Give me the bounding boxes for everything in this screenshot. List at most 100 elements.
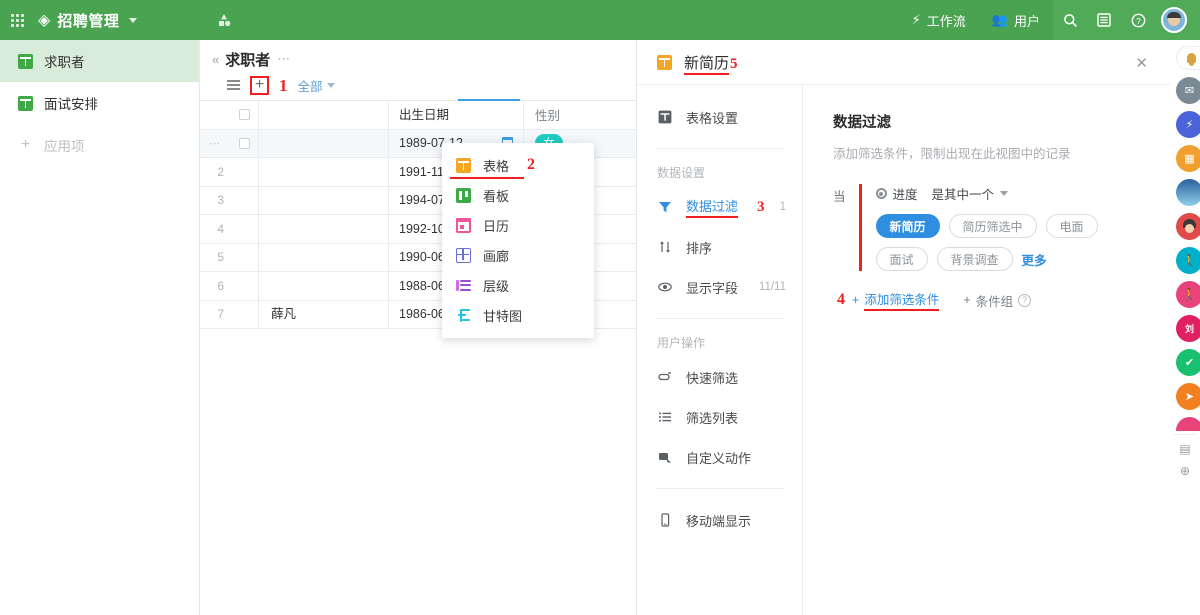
chevron-down-icon[interactable] <box>129 17 138 23</box>
rail-avatar-text[interactable]: 刘 <box>1176 315 1200 342</box>
condition-operator-select[interactable]: 是其中一个 <box>932 184 1009 203</box>
rail-avatar-person[interactable] <box>1176 213 1200 240</box>
dropdown-item-gantt[interactable]: 甘特图 <box>442 300 594 330</box>
sidebar-add-app-item[interactable]: + 应用项 <box>0 124 199 166</box>
right-rail: ✉ ⚡ ▦ 🚶 🚶 刘 ✔ ➤ ▤ ⊕ <box>1170 40 1200 615</box>
dropdown-item-calendar[interactable]: 日历 <box>442 210 594 240</box>
shapes-icon[interactable] <box>215 12 233 28</box>
help-circle-icon[interactable]: ? <box>1018 293 1032 307</box>
view-gallery-icon <box>456 247 471 263</box>
column-header-birth[interactable]: 出生日期 <box>388 100 523 129</box>
cell-name[interactable] <box>258 271 388 300</box>
nav-item-table-settings[interactable]: 表格设置 <box>637 97 802 137</box>
list-icon[interactable] <box>1087 0 1121 40</box>
svg-text:?: ? <box>1136 16 1141 26</box>
table-header-row: 出生日期 性别 <box>200 100 636 130</box>
collapse-left-icon[interactable]: « <box>212 52 219 67</box>
rail-avatar-lightning[interactable]: ⚡ <box>1176 111 1200 138</box>
hamburger-icon[interactable] <box>227 79 240 91</box>
nav-item-filter-list[interactable]: 筛选列表 <box>637 397 802 437</box>
top-bar: ◈ 招聘管理 ⚡ 工作流 👥 用户 ? <box>0 0 1200 40</box>
rail-divider <box>1174 434 1196 435</box>
table-settings-icon <box>657 110 672 124</box>
rail-avatar-run2[interactable]: 🚶 <box>1176 281 1200 308</box>
value-chip[interactable]: 电面 <box>1045 214 1098 238</box>
tab-all[interactable]: 全部 <box>298 76 335 95</box>
add-condition-button[interactable]: 4 + 添加筛选条件 <box>837 289 940 311</box>
nav-item-data-filter[interactable]: 数据过滤 3 1 <box>637 187 802 227</box>
value-chip[interactable]: 新简历 <box>875 214 940 238</box>
step-marker-3: 3 <box>757 198 765 215</box>
view-type-dropdown: 表格 2 看板 日历 画廊 层级 甘特图 <box>442 143 594 338</box>
cell-name[interactable] <box>258 129 388 158</box>
checkbox-icon[interactable] <box>238 137 250 149</box>
select-all-checkbox-cell[interactable] <box>230 109 258 121</box>
rail-avatar-photo[interactable] <box>1176 179 1200 206</box>
pane-heading: 数据过滤 <box>833 115 891 131</box>
more-dots-icon[interactable]: ⋯ <box>277 51 291 67</box>
tab-all-label: 全部 <box>297 79 323 94</box>
rail-avatar-apps[interactable]: ▦ <box>1176 145 1200 172</box>
chat-glyph: ✉ <box>1184 85 1195 97</box>
view-kanban-icon <box>456 187 471 203</box>
dropdown-item-label: 看板 <box>483 188 510 204</box>
nav-item-mobile-display[interactable]: 移动端显示 <box>637 500 802 540</box>
help-icon[interactable]: ? <box>1121 0 1155 40</box>
users-button[interactable]: 👥 用户 <box>979 0 1053 40</box>
checkbox-icon[interactable] <box>238 109 250 121</box>
nav-item-quick-filter[interactable]: 快速筛选 <box>637 357 802 397</box>
row-drag-handle[interactable]: ⋯ <box>200 137 230 150</box>
app-grid-icon[interactable] <box>0 13 34 27</box>
sidebar-item-interviews[interactable]: 面试安排 <box>0 82 199 124</box>
dropdown-item-gallery[interactable]: 画廊 <box>442 240 594 270</box>
row-number: 4 <box>217 221 224 236</box>
run-glyph: 🚶 <box>1182 289 1197 301</box>
step-marker-5: 5 <box>730 55 738 72</box>
condition-field-label: 进度 <box>892 188 918 202</box>
value-chip[interactable]: 简历筛选中 <box>948 214 1037 238</box>
more-values-link[interactable]: 更多 <box>1022 250 1047 269</box>
rail-avatar-run[interactable]: 🚶 <box>1176 247 1200 274</box>
middle-panel: « 求职者 ⋯ + 1 全部 出生日期 性别 ⋯ 1989-07-12 2 19… <box>200 40 636 615</box>
cell-name[interactable]: 薛凡 <box>258 300 388 329</box>
filter-condition: 当 进度 是其中一个 新简历 简历筛选中 电面 面试 背景调查 更多 <box>833 184 1170 271</box>
user-avatar[interactable] <box>1161 7 1187 33</box>
list-icon <box>657 410 672 424</box>
add-condition-group-button[interactable]: + 条件组 ? <box>963 291 1032 310</box>
condition-field-select[interactable]: 进度 <box>875 184 918 203</box>
search-icon[interactable] <box>1053 0 1087 40</box>
cell-name[interactable] <box>258 243 388 272</box>
row-checkbox-cell[interactable] <box>230 137 258 149</box>
rail-avatar-last[interactable] <box>1176 417 1200 431</box>
nav-item-visible-fields[interactable]: 显示字段 11/11 <box>637 267 802 307</box>
rail-avatar-chat[interactable]: ✉ <box>1176 77 1200 104</box>
notification-bell-icon[interactable] <box>1176 46 1200 70</box>
sidebar-item-applicants[interactable]: 求职者 <box>0 40 199 82</box>
add-view-button[interactable]: + <box>250 75 269 95</box>
value-chip[interactable]: 面试 <box>875 247 928 271</box>
app-logo-and-name[interactable]: ◈ 招聘管理 <box>38 10 138 31</box>
dropdown-item-kanban[interactable]: 看板 <box>442 180 594 210</box>
nav-item-label: 移动端显示 <box>686 513 752 529</box>
sort-icon <box>657 240 672 254</box>
nav-divider <box>655 148 784 149</box>
value-chip[interactable]: 背景调查 <box>936 247 1013 271</box>
top-bar-right: ⚡ 工作流 👥 用户 ? <box>899 0 1200 40</box>
column-header-name[interactable] <box>258 100 388 129</box>
nav-item-sort[interactable]: 排序 <box>637 227 802 267</box>
rail-avatar-check[interactable]: ✔ <box>1176 349 1200 376</box>
cell-name[interactable] <box>258 186 388 215</box>
nav-item-custom-action[interactable]: 自定义动作 <box>637 437 802 477</box>
rail-avatar-send[interactable]: ➤ <box>1176 383 1200 410</box>
dropdown-item-hierarchy[interactable]: 层级 <box>442 270 594 300</box>
cell-name[interactable] <box>258 214 388 243</box>
workflow-button[interactable]: ⚡ 工作流 <box>899 0 979 40</box>
add-icon[interactable]: ⊕ <box>1170 460 1200 482</box>
column-header-gender[interactable]: 性别 <box>523 100 633 129</box>
cell-name[interactable] <box>258 157 388 186</box>
dropdown-item-table[interactable]: 表格 2 <box>442 150 594 180</box>
panel-icon[interactable]: ▤ <box>1170 438 1200 460</box>
nav-divider <box>655 488 784 489</box>
close-icon[interactable]: ✕ <box>1135 54 1148 72</box>
lightning-icon: ⚡ <box>911 12 921 27</box>
